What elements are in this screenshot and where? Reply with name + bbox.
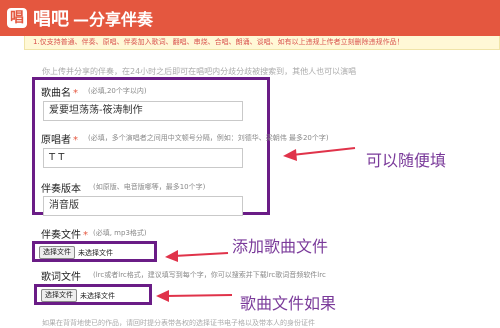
annotation-song-file-if: 歌曲文件如果	[240, 294, 337, 313]
arrow-to-lyric	[164, 294, 233, 297]
arrow-to-accompaniment	[173, 252, 229, 257]
arrow-head-fields	[283, 149, 297, 161]
arrow-head-accompaniment	[165, 250, 178, 262]
annotation-add-song-file: 添加歌曲文件	[232, 237, 329, 256]
arrow-head-lyric	[156, 290, 169, 302]
annotation-fill-freely: 可以随便填	[366, 151, 447, 170]
arrow-to-fields	[291, 147, 356, 156]
